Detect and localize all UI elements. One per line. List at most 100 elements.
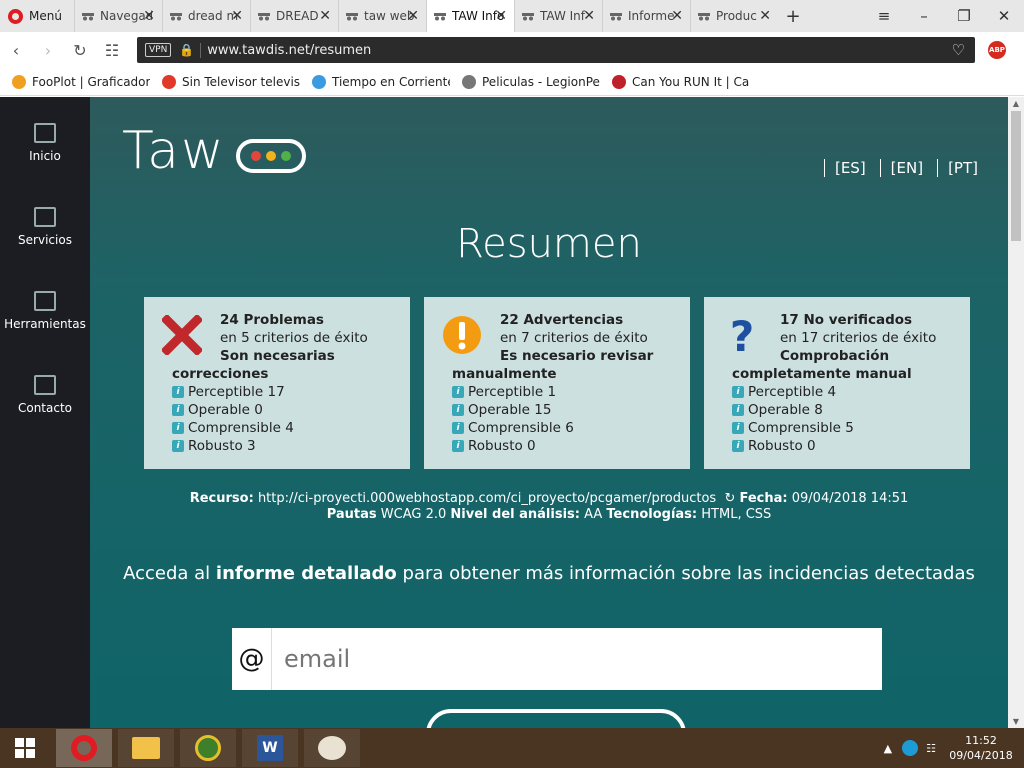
tab-close-icon[interactable]: ✕ — [143, 8, 155, 24]
criterion-row[interactable]: i Comprensible 6 — [452, 419, 678, 437]
sidebar-item-servicios[interactable]: Servicios — [0, 207, 90, 247]
taskbar-word[interactable]: W — [242, 729, 298, 767]
bookmark-1[interactable]: FooPlot | Graficador d — [12, 74, 150, 89]
close-window-icon[interactable]: ✕ — [984, 0, 1024, 32]
criterion-row[interactable]: i Comprensible 4 — [172, 419, 398, 437]
card-note: Son necesarias — [220, 348, 335, 364]
criterion-row[interactable]: i Operable 8 — [732, 401, 958, 419]
at-icon: @ — [232, 628, 272, 690]
bookmark-5[interactable]: Can You RUN It | Can — [612, 74, 750, 89]
email-form: @ — [232, 628, 882, 690]
criterion-row[interactable]: i Robusto 0 — [452, 437, 678, 455]
tab-close-icon[interactable]: ✕ — [319, 8, 331, 24]
tab-1[interactable]: Navegador✕ — [74, 0, 162, 32]
tab-close-icon[interactable]: ✕ — [407, 8, 419, 24]
tab-list-icon[interactable]: ≡ — [864, 0, 904, 32]
browser-tab-strip: Menú Navegador✕dread m✕DREAD✕taw web✕TAW… — [0, 0, 1024, 32]
bookmarks-bar: FooPlot | Graficador d Sin Televisor tele… — [0, 68, 1024, 96]
tab-close-icon[interactable]: ✕ — [495, 8, 507, 24]
url-bar[interactable]: VPN 🔒 www.tawdis.net/resumen ♡ — [137, 37, 975, 63]
bookmark-label: Tiempo en Corrientes — [332, 74, 450, 89]
tab-3[interactable]: DREAD ✕ — [250, 0, 338, 32]
criterion-row[interactable]: i Perceptible 1 — [452, 383, 678, 401]
sidebar-item-contacto[interactable]: Contacto — [0, 375, 90, 415]
vpn-badge[interactable]: VPN — [145, 43, 172, 57]
criterion-row[interactable]: i Robusto 3 — [172, 437, 398, 455]
card-count: 17 No verificados — [780, 312, 913, 328]
tab-5[interactable]: TAW Info ✕ — [426, 0, 514, 32]
adblock-plus-icon[interactable]: ABP — [988, 41, 1006, 59]
browser-menu-button[interactable]: Menú — [0, 0, 74, 32]
taskbar-clock[interactable]: 11:52 09/04/2018 — [946, 733, 1016, 763]
level-value: AA — [584, 507, 603, 522]
page-scrollbar[interactable]: ▲ ▼ — [1008, 97, 1024, 728]
sidebar-item-herramientas[interactable]: Herramientas — [0, 291, 90, 331]
taskbar-app-globe[interactable] — [180, 729, 236, 767]
scroll-down-icon[interactable]: ▼ — [1008, 717, 1024, 726]
email-input[interactable] — [272, 629, 882, 689]
criterion-row[interactable]: i Operable 15 — [452, 401, 678, 419]
info-icon: i — [732, 440, 744, 452]
scrollbar-thumb[interactable] — [1011, 111, 1021, 241]
criterion-row[interactable]: i Robusto 0 — [732, 437, 958, 455]
forward-icon[interactable]: › — [32, 41, 64, 60]
taw-logo[interactable]: Taw — [122, 121, 226, 181]
url-text[interactable]: www.tawdis.net/resumen — [200, 42, 951, 58]
network-icon[interactable]: ☷ — [926, 742, 936, 755]
resource-url[interactable]: http://ci-proyecti.000webhostapp.com/ci_… — [258, 491, 716, 506]
grid-icon — [34, 291, 56, 311]
red-light-icon — [251, 151, 261, 161]
card-criteria: en 5 criterios de éxito — [220, 330, 368, 346]
tab-close-icon[interactable]: ✕ — [583, 8, 595, 24]
home-icon — [34, 123, 56, 143]
tab-7[interactable]: Informe ✕ — [602, 0, 690, 32]
start-button[interactable] — [0, 728, 50, 768]
lang-pt-link[interactable]: [PT] — [937, 159, 978, 177]
tab-close-icon[interactable]: ✕ — [759, 8, 771, 24]
tray-expand-icon[interactable]: ▲ — [884, 742, 892, 755]
info-icon: i — [732, 422, 744, 434]
lang-es-link[interactable]: [ES] — [823, 159, 866, 177]
request-report-button[interactable] — [426, 709, 686, 728]
tab-6[interactable]: TAW Inf ✕ — [514, 0, 602, 32]
taskbar-opera[interactable] — [56, 729, 112, 767]
criterion-label: Robusto 0 — [748, 438, 816, 454]
speed-dial-icon[interactable]: ☷ — [96, 41, 128, 60]
scroll-up-icon[interactable]: ▲ — [1008, 99, 1024, 108]
maximize-icon[interactable]: ❐ — [944, 0, 984, 32]
criterion-row[interactable]: i Operable 0 — [172, 401, 398, 419]
taskbar-file-explorer[interactable] — [118, 729, 174, 767]
bookmark-3[interactable]: Tiempo en Corrientes — [312, 74, 450, 89]
lock-icon[interactable]: 🔒 — [179, 43, 194, 57]
sidebar-item-inicio[interactable]: Inicio — [0, 123, 90, 163]
tab-4[interactable]: taw web ✕ — [338, 0, 426, 32]
card-note: Es necesario revisar — [500, 348, 654, 364]
taskbar-paint[interactable] — [304, 729, 360, 767]
page-title: Resumen — [456, 221, 642, 267]
back-icon[interactable]: ‹ — [0, 41, 32, 60]
windows-taskbar: W ▲ ☷ 11:52 09/04/2018 — [0, 728, 1024, 768]
question-icon: ? — [730, 315, 754, 355]
tab-2[interactable]: dread m ✕ — [162, 0, 250, 32]
criterion-row[interactable]: i Comprensible 5 — [732, 419, 958, 437]
reload-icon[interactable]: ↻ — [64, 41, 96, 60]
incognito-favicon-icon — [258, 13, 270, 21]
tab-close-icon[interactable]: ✕ — [231, 8, 243, 24]
bookmark-label: Peliculas - LegionPelis — [482, 74, 600, 89]
bookmark-heart-icon[interactable]: ♡ — [952, 41, 965, 59]
card-note-cont: manualmente — [452, 366, 557, 382]
criterion-row[interactable]: i Perceptible 17 — [172, 383, 398, 401]
refresh-icon[interactable]: ↻ — [724, 491, 735, 506]
bookmark-4[interactable]: Peliculas - LegionPelis — [462, 74, 600, 89]
tab-close-icon[interactable]: ✕ — [671, 8, 683, 24]
tab-8[interactable]: Produc ✕ — [690, 0, 778, 32]
clock-date: 09/04/2018 — [949, 749, 1013, 762]
sidebar-item-label: Herramientas — [4, 317, 86, 331]
criterion-row[interactable]: i Perceptible 4 — [732, 383, 958, 401]
criterion-label: Perceptible 17 — [188, 384, 285, 400]
tray-app-icon[interactable] — [902, 740, 919, 756]
lang-en-link[interactable]: [EN] — [879, 159, 923, 177]
new-tab-button[interactable]: + — [778, 6, 808, 27]
minimize-icon[interactable]: – — [904, 0, 944, 32]
bookmark-2[interactable]: Sin Televisor televisio — [162, 74, 300, 89]
